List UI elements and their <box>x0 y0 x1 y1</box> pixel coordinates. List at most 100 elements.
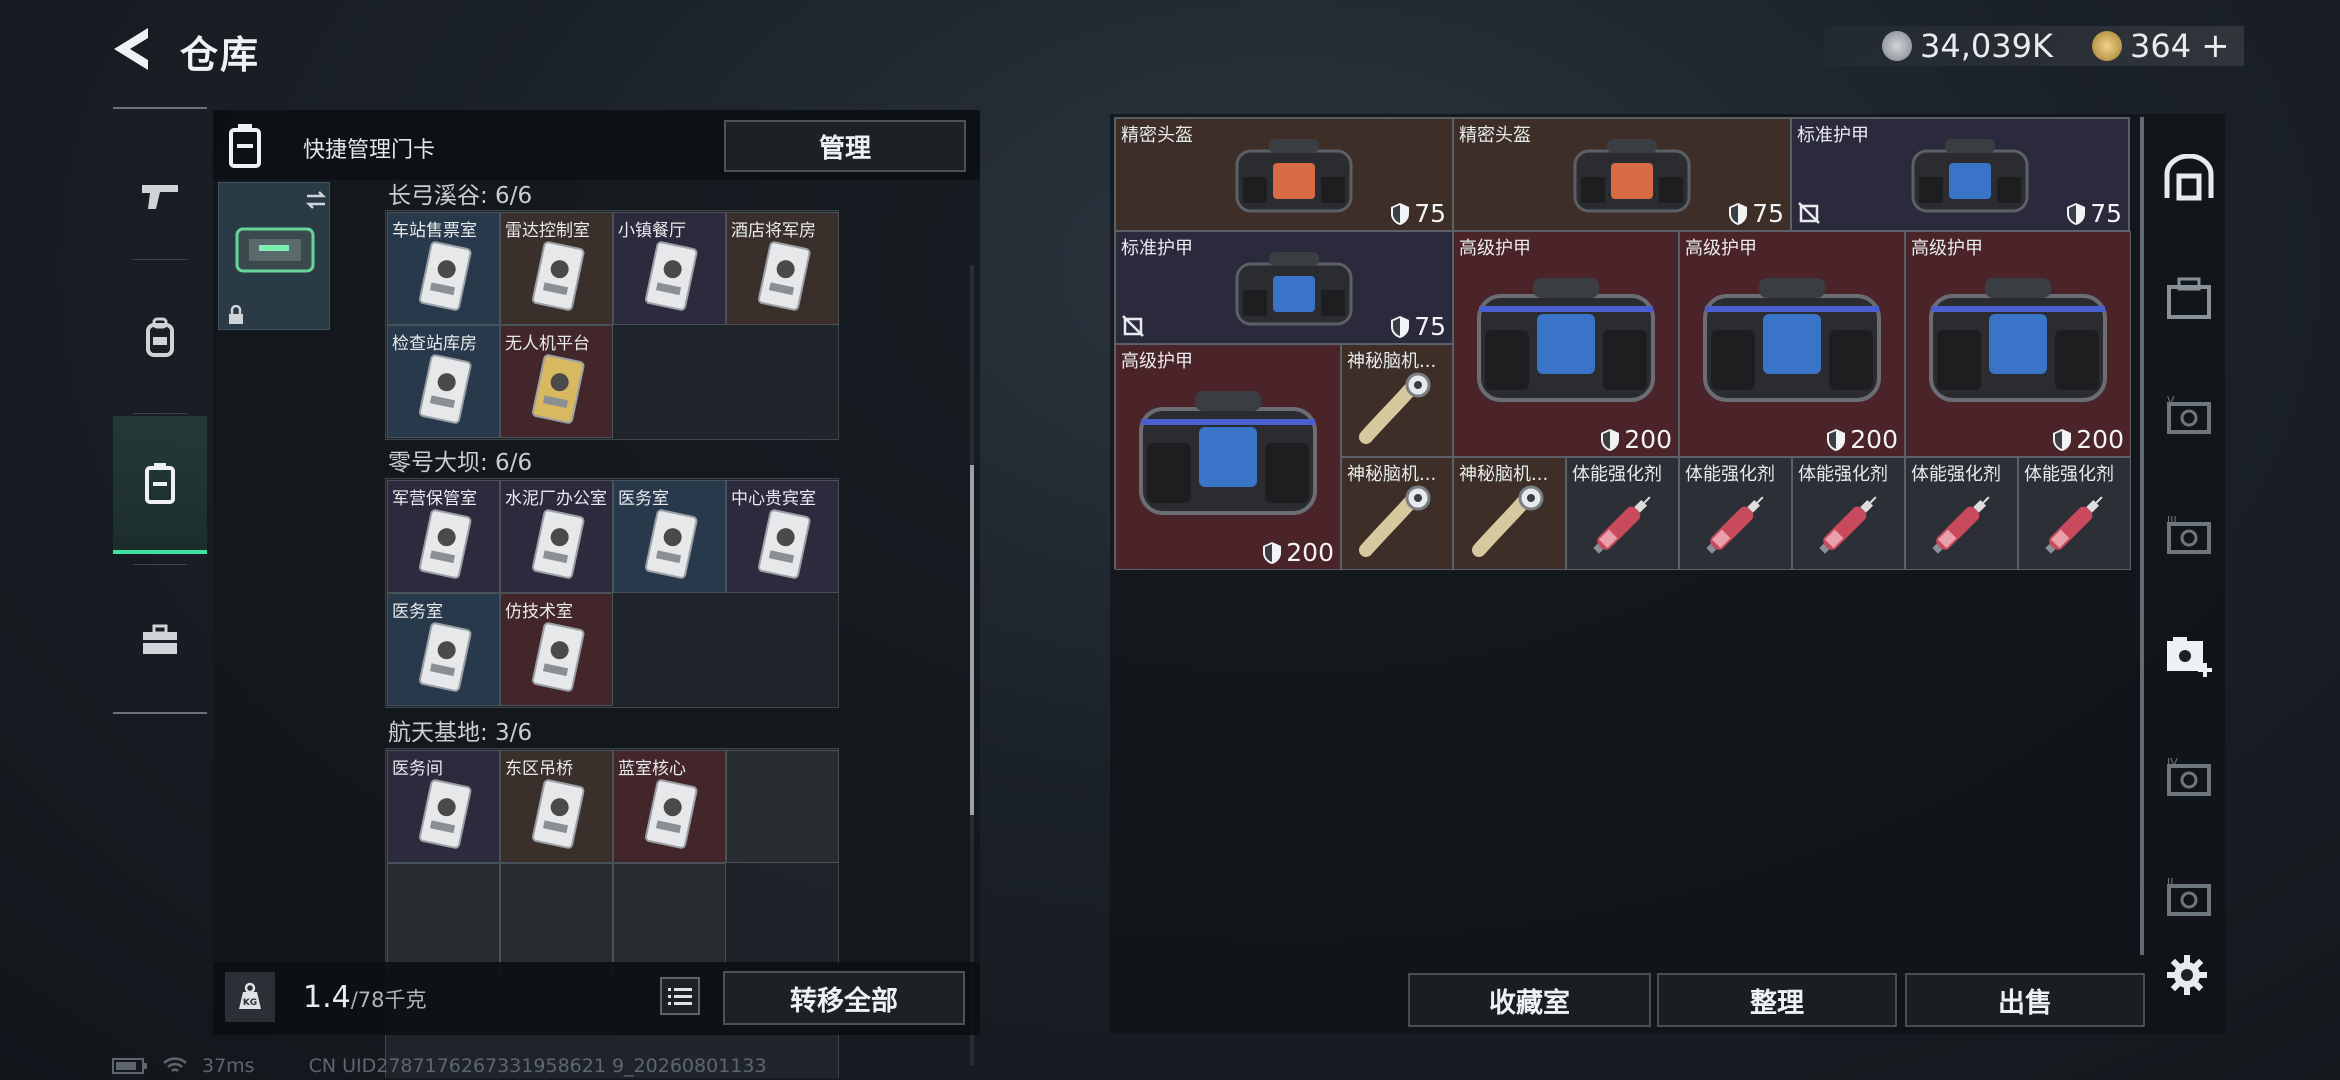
item-name: 精密头盔 <box>1121 125 1193 146</box>
item-image <box>1931 496 1990 554</box>
nav-keycards[interactable] <box>113 416 207 554</box>
keycard-holder-slot[interactable] <box>218 182 330 330</box>
stash-item[interactable]: 标准护甲 75 <box>1115 231 1453 344</box>
item-name: 体能强化剂 <box>1798 464 1888 485</box>
settings-button[interactable] <box>2162 950 2212 1000</box>
back-button[interactable] <box>108 22 154 76</box>
vault-icon <box>2164 154 2214 201</box>
stash-item[interactable]: 高级护甲 200 <box>1115 344 1341 570</box>
stash-item[interactable]: 精密头盔 75 <box>1115 118 1453 231</box>
sell-button[interactable]: 出售 <box>1905 973 2145 1027</box>
keycard-icon <box>145 463 175 504</box>
item-name: 高级护甲 <box>1911 238 1983 259</box>
transfer-all-button[interactable]: 转移全部 <box>723 971 965 1025</box>
keycard-slot[interactable]: 东区吊桥 <box>500 750 613 863</box>
keycard-image <box>415 237 475 317</box>
tab-storage-3[interactable]: V <box>2158 385 2220 447</box>
panel-header: 快捷管理门卡 管理 <box>213 110 980 180</box>
premium-currency-amount: 364 <box>2130 27 2192 65</box>
keycard-slot[interactable]: 检查站库房 <box>387 325 500 438</box>
keycard-slot[interactable]: 医务室 <box>387 593 500 706</box>
nav-equipment[interactable] <box>113 269 207 407</box>
list-view-button[interactable] <box>660 977 700 1015</box>
sort-button[interactable]: 整理 <box>1657 973 1897 1027</box>
collection-room-button[interactable]: 收藏室 <box>1408 973 1651 1027</box>
storage-icon-iv: IV <box>2167 756 2211 796</box>
keycard-slot[interactable]: 医务间 <box>387 750 500 863</box>
keycard-image <box>415 775 475 855</box>
empty-keycard-slot[interactable] <box>500 863 613 976</box>
nav-weapons[interactable] <box>113 127 207 265</box>
keycard-slot[interactable]: 仿技术室 <box>500 593 613 706</box>
item-name: 体能强化剂 <box>1572 464 1662 485</box>
stash-item[interactable]: 体能强化剂 <box>1679 457 1792 570</box>
armor-value: 200 <box>1262 538 1334 567</box>
item-name: 神秘脑机... <box>1459 464 1549 485</box>
stash-item[interactable]: 高级护甲 200 <box>1905 231 2131 457</box>
item-name: 体能强化剂 <box>1685 464 1775 485</box>
keycard-slot[interactable]: 水泥厂办公室 <box>500 480 613 593</box>
add-currency-icon[interactable]: + <box>2201 26 2230 66</box>
stash-item[interactable]: 体能强化剂 <box>1905 457 2018 570</box>
premium-currency[interactable]: 364 + <box>2092 26 2230 66</box>
keycard-holder-image <box>235 227 315 273</box>
stash-item[interactable]: 体能强化剂 <box>1792 457 1905 570</box>
armor-value: 200 <box>2052 425 2124 454</box>
stash-item[interactable]: 标准护甲 75 <box>1791 118 2129 231</box>
no-insurance-icon <box>1122 315 1144 337</box>
tab-add-storage[interactable] <box>2158 625 2220 687</box>
empty-keycard-slot[interactable] <box>726 750 839 863</box>
uid-text: CN UID2787176267331958621 9_20260801133 <box>308 1055 767 1077</box>
tab-main-storage[interactable] <box>2158 147 2220 209</box>
swap-icon[interactable] <box>305 189 327 211</box>
tab-storage-4[interactable]: III <box>2158 505 2220 567</box>
keycard-slot[interactable]: 酒店将军房 <box>726 212 839 325</box>
svg-text:III: III <box>2167 514 2177 527</box>
tab-storage-6[interactable]: II <box>2158 867 2220 929</box>
keycard-panel: 快捷管理门卡 管理 长弓溪谷: 6/6 车站售票室 雷达控制室 小镇餐厅 酒店将… <box>213 110 980 1078</box>
keycard-slot[interactable]: 中心贵宾室 <box>726 480 839 593</box>
armor-value: 75 <box>1390 199 1446 228</box>
storage-tabs: V III IV II <box>2140 117 2230 955</box>
keycard-slot[interactable]: 军营保管室 <box>387 480 500 593</box>
item-image <box>1929 278 2107 402</box>
stash-item[interactable]: 高级护甲 200 <box>1453 231 1679 457</box>
tab-storage-5[interactable]: IV <box>2158 747 2220 809</box>
stash-item[interactable]: 神秘脑机... <box>1341 344 1453 457</box>
zone-grid-changgong: 车站售票室 雷达控制室 小镇餐厅 酒店将军房 检查站库房 无人机平台 <box>385 210 839 440</box>
zone-title-space-base: 航天基地: 3/6 <box>388 720 533 746</box>
keycard-slot[interactable]: 医务室 <box>613 480 726 593</box>
armor-shield-icon <box>2067 202 2086 225</box>
keycard-slot[interactable]: 车站售票室 <box>387 212 500 325</box>
stash-item[interactable]: 精密头盔 75 <box>1453 118 1791 231</box>
keycard-slot[interactable]: 雷达控制室 <box>500 212 613 325</box>
keycard-slot[interactable]: 无人机平台 <box>500 325 613 438</box>
stash-grid: 精密头盔 75 精密头盔 75 标准护甲 75 标准护甲 75 高级护甲 200 高级护甲… <box>1114 117 2131 570</box>
stash-item[interactable]: 体能强化剂 <box>2018 457 2131 570</box>
armor-shield-icon <box>1601 428 1620 451</box>
empty-keycard-slot[interactable] <box>613 863 726 976</box>
keycard-slot[interactable]: 小镇餐厅 <box>613 212 726 325</box>
manage-button[interactable]: 管理 <box>724 120 966 172</box>
keycard-image <box>415 618 475 698</box>
empty-keycard-slot[interactable] <box>387 863 500 976</box>
armor-shield-icon <box>1827 428 1846 451</box>
stash-item[interactable]: 神秘脑机... <box>1341 457 1453 570</box>
armor-shield-icon <box>1729 202 1748 225</box>
keycard-image <box>528 350 588 430</box>
armor-value: 200 <box>1826 425 1898 454</box>
tab-storage-2[interactable] <box>2158 267 2220 329</box>
stash-item[interactable]: 高级护甲 200 <box>1679 231 1905 457</box>
stash-item[interactable]: 体能强化剂 <box>1566 457 1679 570</box>
scrollbar-thumb[interactable] <box>970 465 974 815</box>
armor-value: 75 <box>2066 199 2122 228</box>
armor-shield-icon <box>2053 428 2072 451</box>
armor-shield-icon <box>1391 202 1410 225</box>
item-image <box>1573 139 1691 213</box>
nav-items[interactable] <box>113 571 207 709</box>
quick-manage-label: 快捷管理门卡 <box>303 138 436 163</box>
keycard-slot[interactable]: 蓝室核心 <box>613 750 726 863</box>
stash-item[interactable]: 神秘脑机... <box>1453 457 1566 570</box>
item-name: 高级护甲 <box>1121 351 1193 372</box>
armor-value: 200 <box>1600 425 1672 454</box>
